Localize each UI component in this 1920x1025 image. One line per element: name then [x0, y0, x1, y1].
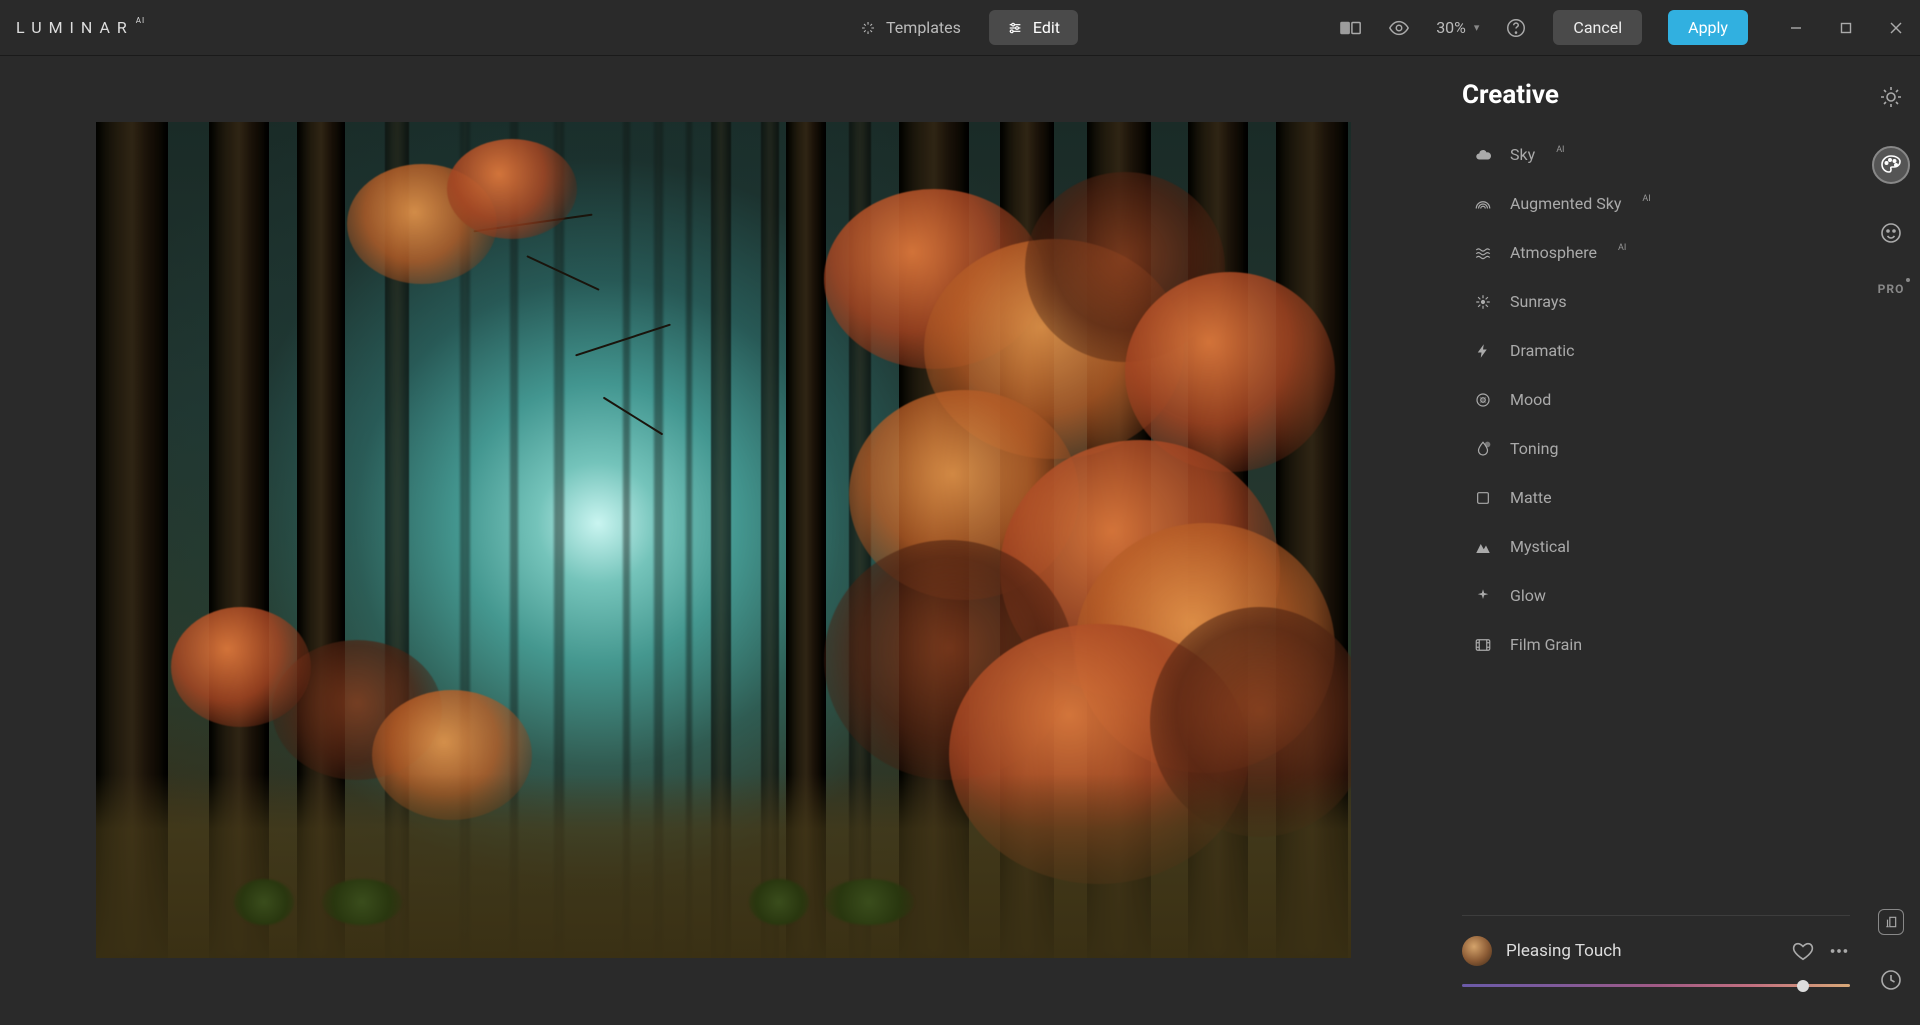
tool-toning[interactable]: Toning	[1450, 424, 1862, 473]
right-panel: Creative SkyAIAugmented SkyAIAtmosphereA…	[1450, 56, 1862, 1025]
tool-atmosphere[interactable]: Atmosphere AI	[1450, 228, 1862, 277]
tool-mystical[interactable]: Mystical	[1450, 522, 1862, 571]
drop-icon	[1474, 440, 1492, 458]
maximize-button[interactable]	[1838, 20, 1854, 36]
bolt-icon	[1474, 342, 1492, 360]
tool-label: Augmented Sky	[1510, 194, 1621, 213]
tool-sky[interactable]: Sky AI	[1450, 130, 1862, 179]
tool-dramatic[interactable]: Dramatic	[1450, 326, 1862, 375]
essentials-tab-icon[interactable]	[1872, 78, 1910, 116]
compare-icon[interactable]	[1340, 17, 1362, 39]
canvas-area	[0, 56, 1450, 1025]
film-icon	[1474, 636, 1492, 654]
top-bar-right: 30% ▾ Cancel Apply	[1340, 10, 1904, 45]
pro-tab[interactable]: PRO	[1878, 282, 1905, 296]
tool-label: Toning	[1510, 439, 1558, 458]
tool-label: Matte	[1510, 488, 1552, 507]
panel-bottom: Pleasing Touch	[1450, 915, 1862, 1025]
tool-matte[interactable]: Matte	[1450, 473, 1862, 522]
portrait-tab-icon[interactable]	[1872, 214, 1910, 252]
preset-intensity-slider[interactable]	[1462, 984, 1850, 987]
history-icon[interactable]	[1872, 961, 1910, 999]
creative-tab-icon[interactable]	[1872, 146, 1910, 184]
sliders-icon	[1007, 20, 1023, 36]
tool-list: Sky AI Augmented Sky AI Atmosphere AI Sunrays D…	[1450, 130, 1862, 669]
tool-label: Mystical	[1510, 537, 1570, 556]
preset-name: Pleasing Touch	[1506, 941, 1778, 961]
tool-label: Sky	[1510, 145, 1535, 164]
tool-glow[interactable]: Glow	[1450, 571, 1862, 620]
tool-label: Dramatic	[1510, 341, 1575, 360]
help-icon[interactable]	[1505, 17, 1527, 39]
zoom-dropdown[interactable]: 30% ▾	[1436, 18, 1479, 37]
apply-button[interactable]: Apply	[1668, 10, 1748, 45]
tool-mood[interactable]: Mood	[1450, 375, 1862, 424]
window-controls	[1788, 20, 1904, 36]
chevron-down-icon: ▾	[1474, 21, 1480, 34]
cancel-button[interactable]: Cancel	[1553, 10, 1642, 45]
app-logo: LUMINAR AI	[16, 18, 145, 37]
tool-label: Glow	[1510, 586, 1546, 605]
preset-thumbnail[interactable]	[1462, 936, 1492, 966]
waves-icon	[1474, 244, 1492, 262]
app-name: LUMINAR	[16, 18, 134, 37]
preview-image[interactable]	[96, 122, 1351, 958]
panel-title: Creative	[1450, 80, 1862, 130]
minimize-button[interactable]	[1788, 20, 1804, 36]
top-nav: Templates Edit	[842, 10, 1078, 45]
tool-film-grain[interactable]: Film Grain	[1450, 620, 1862, 669]
tool-label: Sunrays	[1510, 292, 1567, 311]
ai-badge: AI	[1642, 194, 1650, 204]
preset-row: Pleasing Touch	[1462, 936, 1850, 966]
app-body: Creative SkyAIAugmented SkyAIAtmosphereA…	[0, 56, 1920, 1025]
sparkle-icon	[1474, 587, 1492, 605]
square-icon	[1474, 489, 1492, 507]
cloud-icon	[1474, 146, 1492, 164]
mountain-icon	[1474, 538, 1492, 556]
templates-label: Templates	[886, 18, 961, 37]
side-rail: PRO	[1862, 56, 1920, 1025]
tool-augmented-sky[interactable]: Augmented Sky AI	[1450, 179, 1862, 228]
tool-label: Mood	[1510, 390, 1551, 409]
edit-label: Edit	[1033, 18, 1060, 37]
zoom-value: 30%	[1436, 18, 1466, 37]
templates-tab[interactable]: Templates	[842, 10, 979, 45]
rainbow-icon	[1474, 195, 1492, 213]
ai-badge: AI	[1556, 145, 1564, 155]
tool-label: Film Grain	[1510, 635, 1582, 654]
heart-icon[interactable]	[1792, 940, 1814, 962]
edit-tab[interactable]: Edit	[989, 10, 1078, 45]
mood-icon	[1474, 391, 1492, 409]
app-name-suffix: AI	[136, 16, 145, 25]
sparkle-icon	[860, 20, 876, 36]
tool-sunrays[interactable]: Sunrays	[1450, 277, 1862, 326]
top-bar: LUMINAR AI Templates Edit 30% ▾	[0, 0, 1920, 56]
more-icon[interactable]	[1828, 940, 1850, 962]
layers-icon[interactable]	[1878, 909, 1904, 935]
divider	[1462, 915, 1850, 916]
sunburst-icon	[1474, 293, 1492, 311]
ai-badge: AI	[1618, 243, 1626, 253]
eye-icon[interactable]	[1388, 17, 1410, 39]
tool-label: Atmosphere	[1510, 243, 1597, 262]
slider-thumb[interactable]	[1797, 980, 1809, 992]
close-button[interactable]	[1888, 20, 1904, 36]
